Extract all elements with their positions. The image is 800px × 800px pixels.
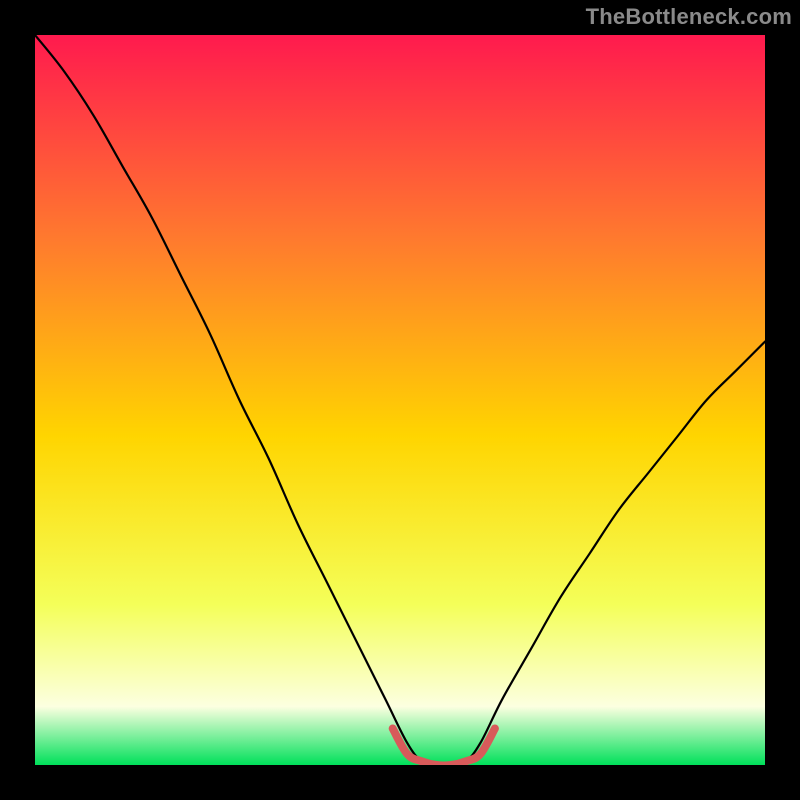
gradient-background <box>35 35 765 765</box>
chart-frame: TheBottleneck.com <box>0 0 800 800</box>
chart-svg <box>35 35 765 765</box>
watermark-text: TheBottleneck.com <box>586 4 792 30</box>
chart-plot-area <box>35 35 765 765</box>
